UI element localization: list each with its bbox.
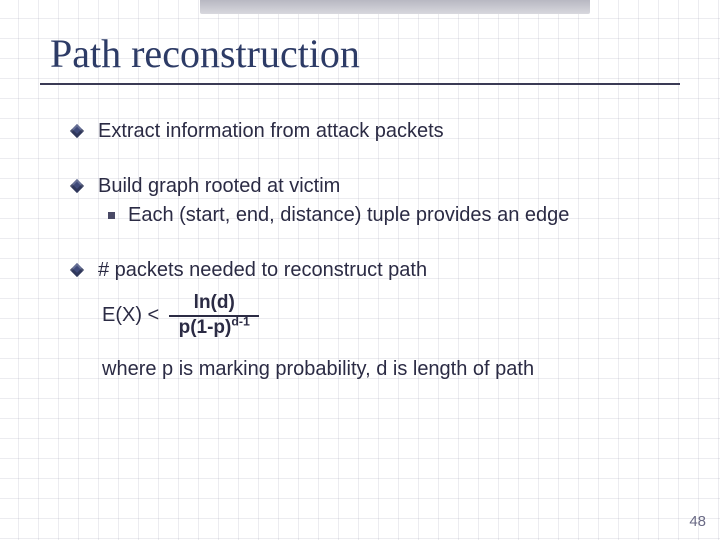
page-number: 48 — [689, 513, 706, 530]
bullet-item-2: Build graph rooted at victim Each (start… — [98, 174, 670, 228]
formula-numerator: ln(d) — [192, 293, 237, 315]
formula-denominator: p(1-p)d-1 — [177, 317, 252, 339]
formula-lhs: E(X) < — [102, 303, 159, 328]
square-bullet-icon — [108, 212, 115, 219]
title-underline — [40, 83, 680, 85]
slide-body: Extract information from attack packets … — [98, 119, 670, 382]
formula-fraction: ln(d) p(1-p)d-1 — [169, 293, 259, 339]
diamond-bullet-icon — [70, 179, 84, 193]
den-exponent: d-1 — [231, 315, 250, 329]
expected-packets-formula: E(X) < ln(d) p(1-p)d-1 — [102, 293, 670, 339]
bullet-item-3: # packets needed to reconstruct path E(X… — [98, 258, 670, 382]
sub-bullet-item: Each (start, end, distance) tuple provid… — [128, 203, 670, 228]
sub-bullet-text: Each (start, end, distance) tuple provid… — [128, 204, 569, 226]
den-base: p(1-p) — [179, 317, 232, 338]
slide-container: Path reconstruction Extract information … — [0, 0, 720, 540]
formula-block: E(X) < ln(d) p(1-p)d-1 where p is markin… — [102, 293, 670, 382]
bullet-text: Extract information from attack packets — [98, 120, 444, 142]
bullet-text: # packets needed to reconstruct path — [98, 259, 427, 281]
diamond-bullet-icon — [70, 263, 84, 277]
formula-where-text: where p is marking probability, d is len… — [102, 357, 670, 382]
diamond-bullet-icon — [70, 124, 84, 138]
bullet-text: Build graph rooted at victim — [98, 175, 340, 197]
slide-title: Path reconstruction — [50, 30, 670, 77]
bullet-item-1: Extract information from attack packets — [98, 119, 670, 144]
